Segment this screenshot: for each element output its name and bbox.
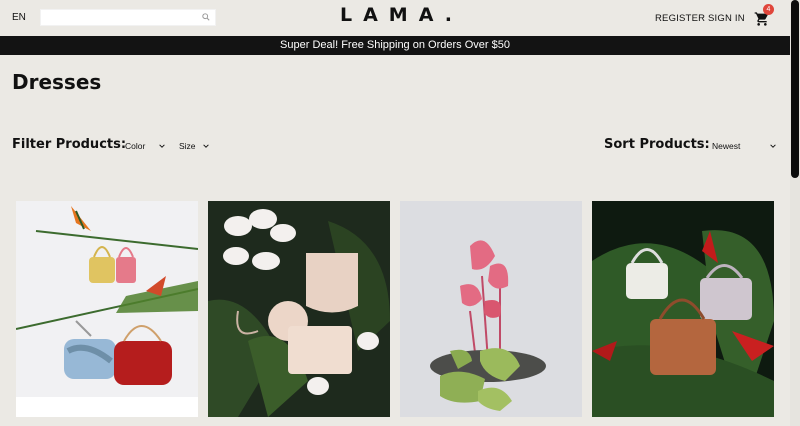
chevron-down-icon <box>770 144 776 148</box>
product-card[interactable] <box>400 201 582 417</box>
scrollbar[interactable] <box>790 0 800 426</box>
register-link[interactable]: REGISTER <box>655 13 705 24</box>
sort-select[interactable]: Newest <box>708 136 780 156</box>
search-icon[interactable] <box>202 13 210 21</box>
sort-value: Newest <box>712 141 741 151</box>
announcement-bar: Super Deal! Free Shipping on Orders Over… <box>0 36 790 55</box>
search-input[interactable] <box>40 9 216 26</box>
sign-in-link[interactable]: SIGN IN <box>708 13 745 24</box>
product-image <box>400 201 582 417</box>
logo[interactable]: LAMA. <box>340 4 463 26</box>
chevron-down-icon <box>159 144 165 148</box>
product-image <box>592 201 774 417</box>
scrollbar-thumb[interactable] <box>791 0 799 178</box>
size-filter-select[interactable]: Size <box>175 136 213 156</box>
product-image <box>208 201 390 417</box>
sort-label: Sort Products: <box>604 137 710 152</box>
product-card[interactable] <box>16 201 198 417</box>
page-title: Dresses <box>12 70 102 94</box>
filter-label: Filter Products: <box>12 137 127 152</box>
navbar: EN LAMA. REGISTER SIGN IN 4 <box>0 0 790 36</box>
chevron-down-icon <box>203 144 209 148</box>
language-selector[interactable]: EN <box>12 12 26 23</box>
cart-count-badge: 4 <box>763 4 774 15</box>
color-filter-select[interactable]: Color <box>121 136 169 156</box>
color-filter-value: Color <box>125 141 146 151</box>
product-image <box>16 201 198 417</box>
product-card[interactable] <box>592 201 774 417</box>
size-filter-value: Size <box>179 141 196 151</box>
product-card[interactable] <box>208 201 390 417</box>
